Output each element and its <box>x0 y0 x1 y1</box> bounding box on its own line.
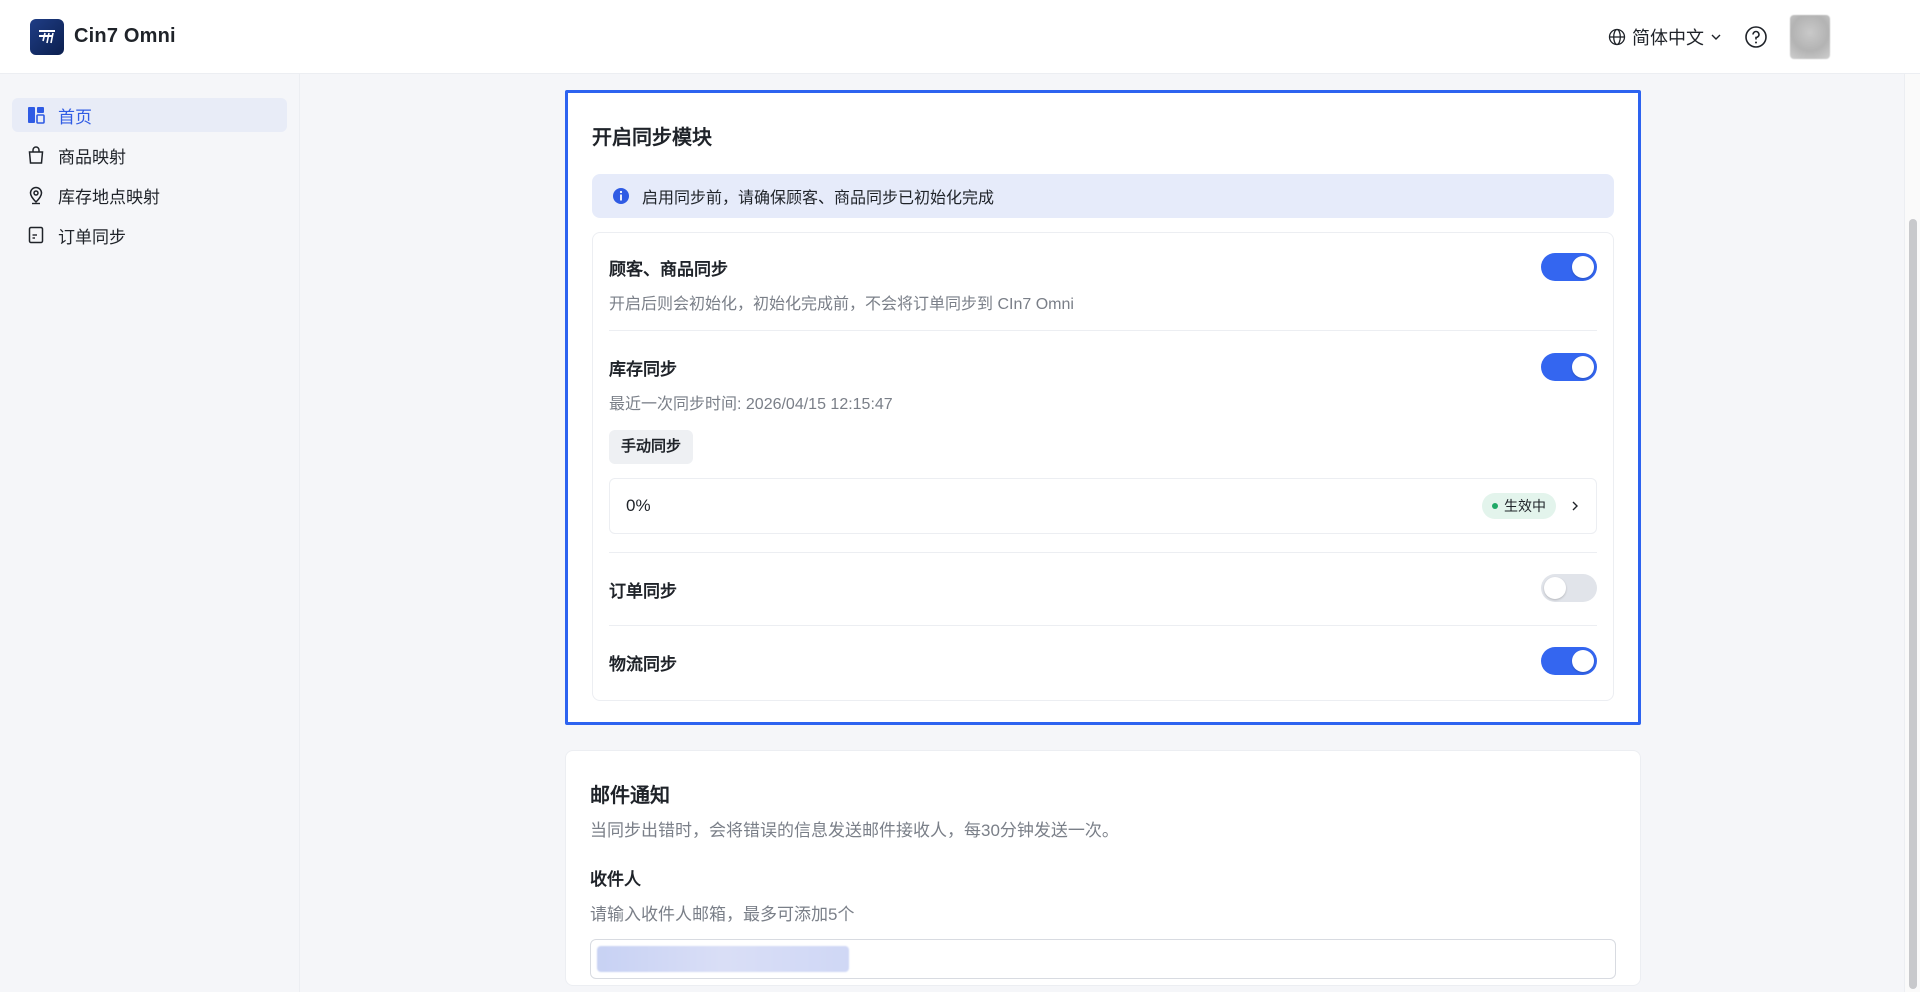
inventory-sync-title: 库存同步 <box>609 360 677 379</box>
bag-icon <box>28 146 44 164</box>
recipient-hint: 请输入收件人邮箱，最多可添加5个 <box>590 905 855 924</box>
info-icon <box>613 188 629 204</box>
status-badge-label: 生效中 <box>1504 498 1546 514</box>
sidebar-item-label: 首页 <box>58 107 92 127</box>
logistics-sync-title: 物流同步 <box>609 655 677 674</box>
cin7-logo-icon <box>30 18 64 55</box>
page-scrollbar[interactable] <box>1904 74 1920 992</box>
mail-notification-title: 邮件通知 <box>590 785 670 807</box>
globe-icon <box>1608 28 1626 45</box>
logistics-sync-row: 物流同步 <box>609 626 1597 700</box>
email-tag-redacted[interactable] <box>597 946 849 972</box>
mail-notification-card: 邮件通知 当同步出错时，会将错误的信息发送邮件接收人，每30分钟发送一次。 收件… <box>565 750 1641 986</box>
sync-progress-item[interactable]: 0% 生效中 <box>609 478 1597 534</box>
sync-module-title: 开启同步模块 <box>592 127 712 149</box>
customer-product-sync-desc: 开启后则会初始化，初始化完成前，不会将订单同步到 CIn7 Omni <box>609 296 1074 313</box>
recipient-email-input[interactable] <box>590 939 1616 979</box>
inventory-sync-row: 库存同步 最近一次同步时间: 2026/04/15 12:15:47 手动同步 … <box>609 331 1597 553</box>
sync-settings-panel: 顾客、商品同步 开启后则会初始化，初始化完成前，不会将订单同步到 CIn7 Om… <box>592 232 1614 701</box>
sidebar-item-label: 商品映射 <box>58 147 126 167</box>
brand-name: Cin7 Omni <box>74 25 176 47</box>
top-header: Cin7 Omni 简体中文 <box>0 0 1920 74</box>
scrollbar-thumb[interactable] <box>1909 219 1917 989</box>
dashboard-icon <box>28 107 45 124</box>
brand[interactable]: Cin7 Omni <box>30 18 176 55</box>
sidebar-item-product-mapping[interactable]: 商品映射 <box>12 138 287 172</box>
sidebar-item-order-sync[interactable]: 订单同步 <box>12 218 287 252</box>
language-selector[interactable]: 简体中文 <box>1608 24 1722 50</box>
sidebar-item-location-mapping[interactable]: 库存地点映射 <box>12 178 287 212</box>
alert-text: 启用同步前，请确保顾客、商品同步已初始化完成 <box>642 190 995 207</box>
info-alert: 启用同步前，请确保顾客、商品同步已初始化完成 <box>592 174 1614 218</box>
customer-product-sync-row: 顾客、商品同步 开启后则会初始化，初始化完成前，不会将订单同步到 CIn7 Om… <box>609 233 1597 331</box>
sidebar: 首页 商品映射 库存地点映射 订单同步 <box>0 74 300 992</box>
mail-notification-desc: 当同步出错时，会将错误的信息发送邮件接收人，每30分钟发送一次。 <box>590 821 1119 840</box>
order-sync-title: 订单同步 <box>609 582 677 601</box>
sidebar-item-label: 订单同步 <box>58 227 126 247</box>
sync-progress-value: 0% <box>626 496 651 515</box>
document-icon <box>28 226 44 244</box>
inventory-sync-last-time: 最近一次同步时间: 2026/04/15 12:15:47 <box>609 396 893 413</box>
order-sync-row: 订单同步 <box>609 553 1597 626</box>
help-icon[interactable] <box>1744 25 1768 49</box>
status-badge: 生效中 <box>1482 493 1556 519</box>
location-icon <box>29 186 43 205</box>
customer-product-sync-toggle[interactable] <box>1541 253 1597 281</box>
customer-product-sync-title: 顾客、商品同步 <box>609 260 728 279</box>
sidebar-item-label: 库存地点映射 <box>58 187 160 207</box>
chevron-right-icon <box>1572 501 1578 511</box>
chevron-down-icon <box>1711 34 1721 40</box>
manual-sync-button[interactable]: 手动同步 <box>609 430 694 464</box>
avatar[interactable] <box>1790 14 1830 59</box>
status-dot-icon <box>1492 503 1498 509</box>
recipient-label: 收件人 <box>590 870 641 889</box>
inventory-sync-toggle[interactable] <box>1541 353 1597 381</box>
order-sync-toggle[interactable] <box>1541 574 1597 602</box>
logistics-sync-toggle[interactable] <box>1541 647 1597 675</box>
sync-module-card: 开启同步模块 启用同步前，请确保顾客、商品同步已初始化完成 顾客、商品同步 开启… <box>565 90 1641 725</box>
sidebar-item-home[interactable]: 首页 <box>12 98 287 132</box>
language-label: 简体中文 <box>1632 27 1704 48</box>
